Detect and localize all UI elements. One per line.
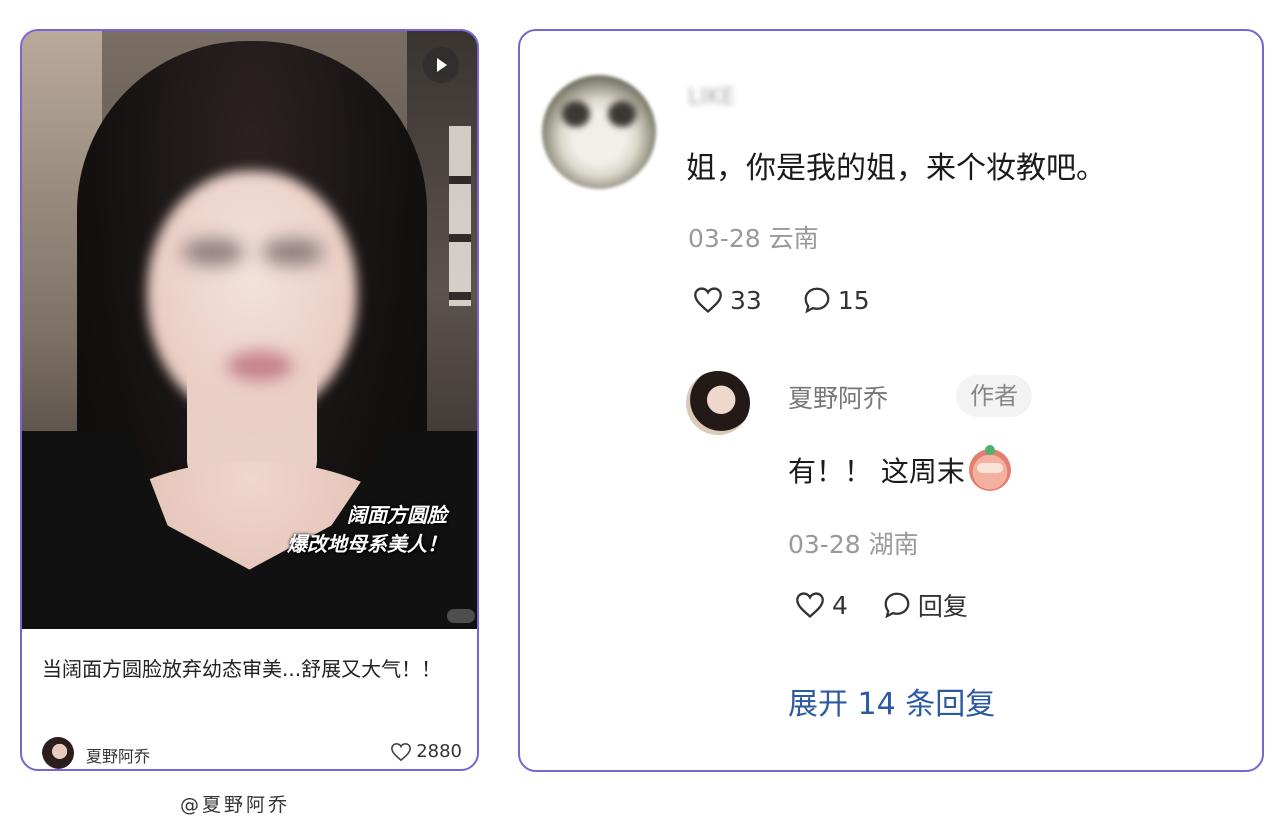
post-title[interactable]: 当阔面方圆脸放弃幼态审美...舒展又大气！！	[42, 653, 462, 685]
post-like-button[interactable]: 2880	[390, 741, 462, 762]
comment-like-button[interactable]: 33	[692, 286, 762, 315]
cover-caption-line1: 阔面方圆脸	[347, 503, 447, 527]
reply-button-label: 回复	[917, 592, 968, 621]
post-card[interactable]: 阔面方圆脸 爆改地母系美人！ 当阔面方圆脸放弃幼态审美...舒展又大气！！ 夏野…	[20, 29, 479, 771]
reply-like-button[interactable]: 4	[794, 591, 848, 620]
post-footer: 夏野阿乔 2880	[42, 737, 462, 769]
author-badge: 作者	[956, 375, 1032, 417]
watermark-handle: @夏野阿乔	[180, 794, 291, 816]
reply-date: 03-28	[788, 530, 861, 559]
speech-bubble-icon	[884, 592, 910, 619]
commenter-avatar[interactable]	[542, 75, 656, 189]
expand-replies-link[interactable]: 展开 14 条回复	[788, 679, 995, 723]
reply-reply-button[interactable]: 回复	[882, 587, 968, 623]
comment-date: 03-28	[688, 224, 761, 253]
comment-actions: 33 15	[692, 285, 910, 315]
reply-meta: 03-28 湖南	[788, 525, 919, 561]
reply-location: 湖南	[868, 530, 919, 559]
commenter-name[interactable]: LIKE	[688, 85, 735, 110]
comment-reply-count: 15	[837, 285, 870, 315]
post-cover-image[interactable]: 阔面方圆脸 爆改地母系美人！	[22, 31, 477, 629]
comment-reply-button[interactable]: 15	[802, 285, 870, 315]
heart-icon	[694, 287, 722, 313]
reply-like-count: 4	[832, 590, 848, 620]
play-icon[interactable]	[423, 47, 459, 83]
reply-text-row[interactable]: 有！！ 这周末	[788, 445, 1011, 491]
comment-meta: 03-28 云南	[688, 219, 819, 255]
blurred-face	[147, 171, 357, 421]
comment-like-count: 33	[730, 285, 762, 315]
reply-author-name[interactable]: 夏野阿乔	[788, 379, 888, 415]
reply-author-avatar[interactable]	[686, 371, 750, 435]
cover-caption-line2: 爆改地母系美人！	[287, 532, 447, 556]
comment-card: LIKE 姐，你是我的姐，来个妆教吧。 03-28 云南 33 15 夏野阿乔 …	[518, 29, 1264, 772]
peach-emoji-icon	[968, 445, 1011, 491]
reply-actions: 4 回复	[794, 587, 1002, 623]
author-avatar[interactable]	[42, 737, 74, 769]
speech-bubble-icon	[804, 287, 830, 314]
comment-location: 云南	[768, 224, 819, 253]
comment-text[interactable]: 姐，你是我的姐，来个妆教吧。	[686, 143, 1106, 187]
live-badge	[447, 609, 475, 623]
heart-icon	[796, 592, 824, 618]
reply-text: 有！！ 这周末	[788, 455, 965, 488]
heart-icon	[391, 742, 412, 761]
post-like-count: 2880	[416, 741, 462, 762]
author-name[interactable]: 夏野阿乔	[86, 743, 150, 767]
